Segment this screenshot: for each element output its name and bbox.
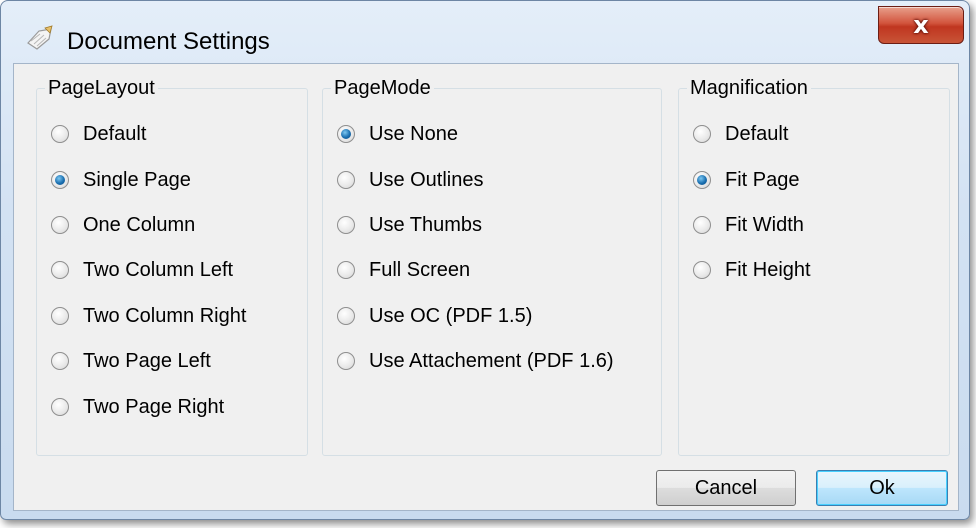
- radio-label: Two Column Left: [83, 258, 234, 281]
- radio-page-layout-single-page[interactable]: Single Page: [51, 167, 191, 193]
- radio-label: Default: [725, 122, 789, 145]
- radio-label: Two Page Right: [83, 395, 225, 418]
- radio-label: Fit Page: [725, 168, 800, 191]
- radio-magnification-fit-height[interactable]: Fit Height: [693, 257, 811, 283]
- radio-label: Default: [83, 122, 147, 145]
- radio-label: Use OC (PDF 1.5): [369, 304, 533, 327]
- page-mode-legend: PageMode: [331, 75, 434, 101]
- radio-label: Full Screen: [369, 258, 471, 281]
- radio-label: Two Column Right: [83, 304, 247, 327]
- radio-page-layout-two-column-right[interactable]: Two Column Right: [51, 303, 246, 329]
- radio-button[interactable]: [693, 261, 711, 279]
- radio-page-mode-use-thumbs[interactable]: Use Thumbs: [337, 212, 482, 238]
- radio-button[interactable]: [337, 125, 355, 143]
- radio-button[interactable]: [337, 307, 355, 325]
- radio-label: Fit Width: [725, 213, 804, 236]
- page-mode-group: PageMode Use None Use Outlines Use Thumb…: [322, 75, 662, 456]
- radio-label: Use Outlines: [369, 168, 484, 191]
- radio-label: Fit Height: [725, 258, 811, 281]
- close-icon: x: [913, 11, 929, 39]
- radio-page-mode-use-attachement[interactable]: Use Attachement (PDF 1.6): [337, 348, 614, 374]
- radio-button[interactable]: [51, 307, 69, 325]
- title-bar[interactable]: Document Settings x: [1, 1, 969, 63]
- radio-page-layout-one-column[interactable]: One Column: [51, 212, 195, 238]
- radio-button[interactable]: [337, 171, 355, 189]
- cancel-button[interactable]: Cancel: [656, 470, 796, 506]
- radio-label: Single Page: [83, 168, 191, 191]
- radio-label: Two Page Left: [83, 349, 211, 372]
- radio-button[interactable]: [51, 352, 69, 370]
- window-title: Document Settings: [67, 28, 270, 55]
- close-button[interactable]: x: [878, 6, 964, 44]
- radio-magnification-default[interactable]: Default: [693, 121, 788, 147]
- radio-label: Use Attachement (PDF 1.6): [369, 349, 614, 372]
- radio-label: One Column: [83, 213, 196, 236]
- page-layout-group: PageLayout Default Single Page One Colum…: [36, 75, 308, 456]
- radio-page-layout-default[interactable]: Default: [51, 121, 146, 147]
- radio-magnification-fit-page[interactable]: Fit Page: [693, 167, 799, 193]
- radio-page-layout-two-column-left[interactable]: Two Column Left: [51, 257, 233, 283]
- radio-page-mode-use-outlines[interactable]: Use Outlines: [337, 167, 484, 193]
- radio-page-mode-use-oc[interactable]: Use OC (PDF 1.5): [337, 303, 532, 329]
- document-settings-dialog: Document Settings x PageLayout Default S…: [0, 0, 970, 520]
- ok-button[interactable]: Ok: [816, 470, 948, 506]
- radio-button[interactable]: [51, 398, 69, 416]
- radio-button[interactable]: [51, 261, 69, 279]
- radio-button[interactable]: [693, 125, 711, 143]
- magnification-legend: Magnification: [687, 75, 811, 101]
- radio-page-layout-two-page-left[interactable]: Two Page Left: [51, 348, 211, 374]
- magnification-group: Magnification Default Fit Page Fit Width…: [678, 75, 950, 456]
- radio-button[interactable]: [693, 171, 711, 189]
- radio-button[interactable]: [693, 216, 711, 234]
- radio-button[interactable]: [51, 216, 69, 234]
- radio-magnification-fit-width[interactable]: Fit Width: [693, 212, 804, 238]
- radio-label: Use None: [369, 122, 458, 145]
- radio-page-mode-use-none[interactable]: Use None: [337, 121, 458, 147]
- radio-page-layout-two-page-right[interactable]: Two Page Right: [51, 394, 224, 420]
- page-layout-legend: PageLayout: [45, 75, 158, 101]
- radio-button[interactable]: [51, 171, 69, 189]
- document-settings-icon: [27, 25, 53, 50]
- radio-button[interactable]: [51, 125, 69, 143]
- radio-button[interactable]: [337, 216, 355, 234]
- radio-button[interactable]: [337, 352, 355, 370]
- radio-label: Use Thumbs: [369, 213, 483, 236]
- dialog-client-area: PageLayout Default Single Page One Colum…: [13, 63, 959, 511]
- radio-page-mode-full-screen[interactable]: Full Screen: [337, 257, 470, 283]
- radio-button[interactable]: [337, 261, 355, 279]
